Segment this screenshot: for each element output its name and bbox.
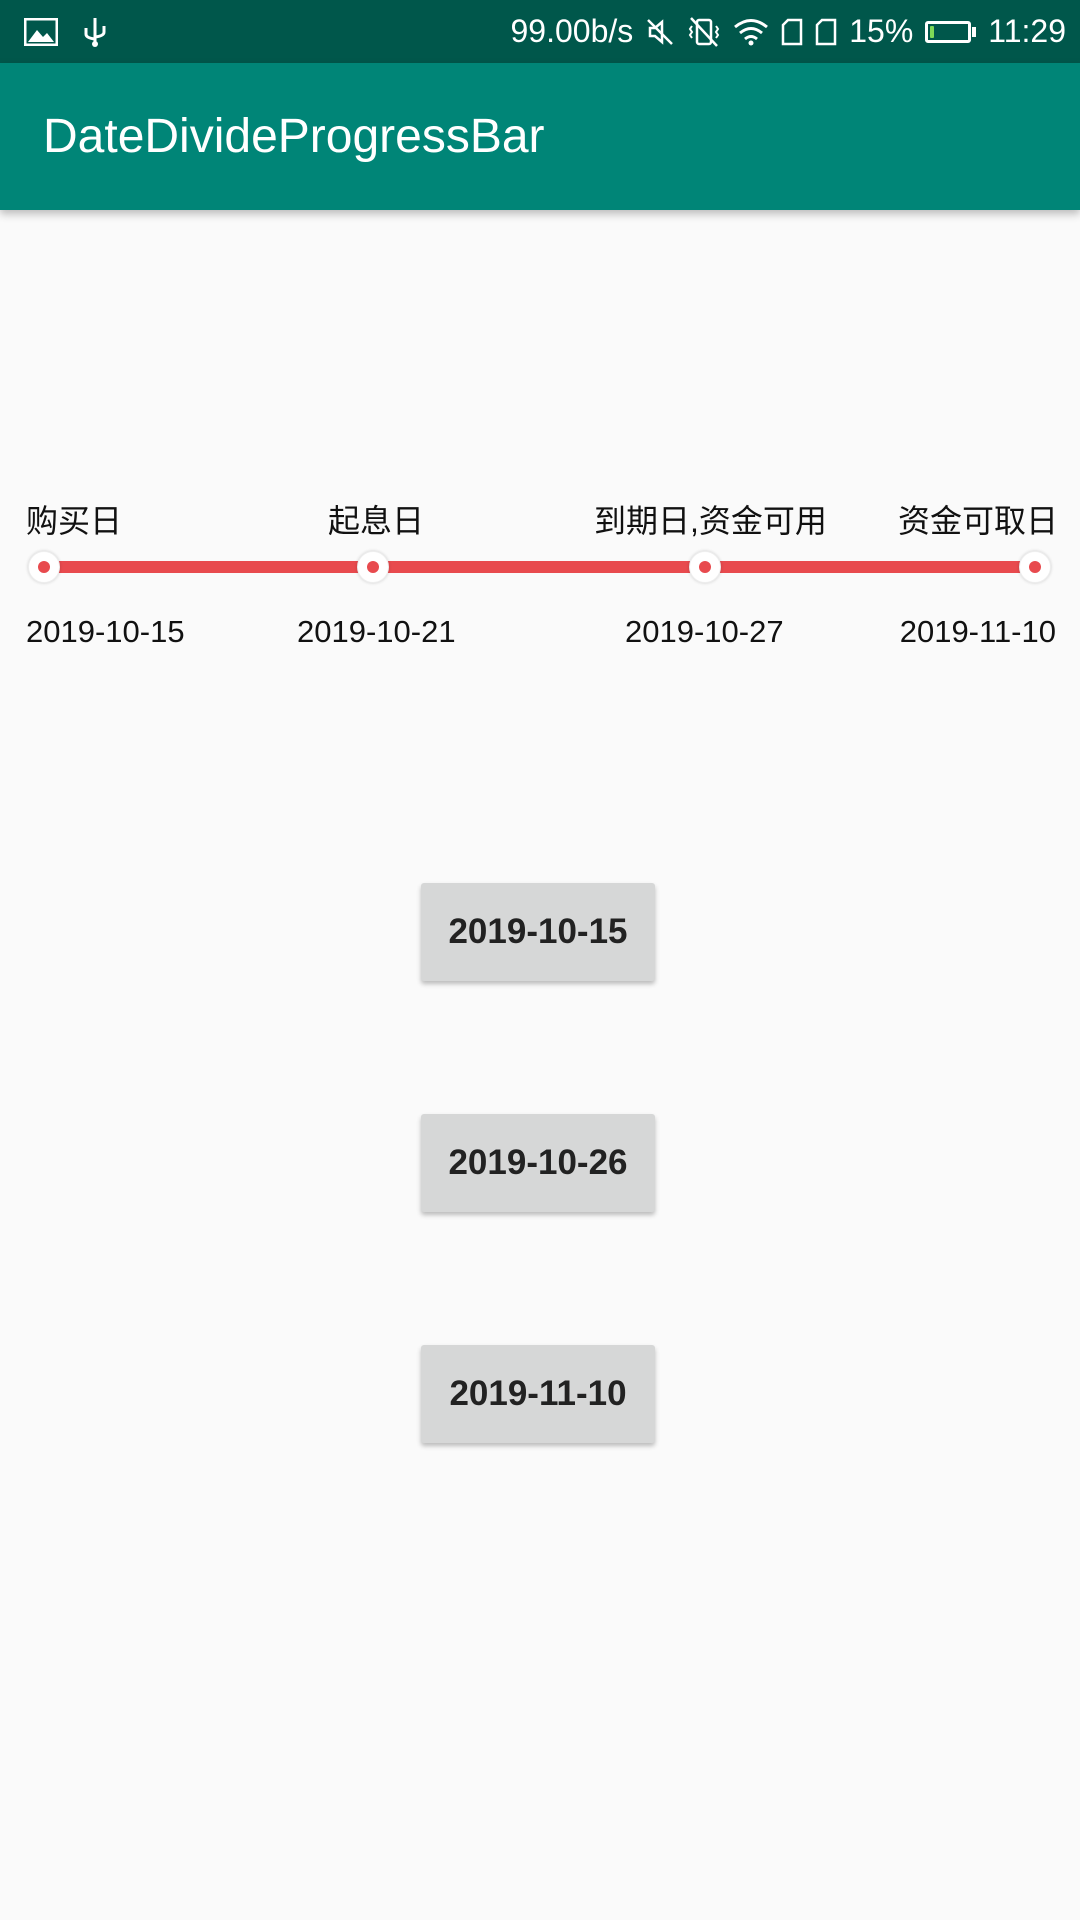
step-date-withdrawable: 2019-11-10 <box>899 614 1056 649</box>
date-button-1[interactable]: 2019-10-15 <box>421 883 655 981</box>
step-node <box>357 551 389 583</box>
network-speed: 99.00b/s <box>510 13 634 49</box>
step-date-value-date: 2019-10-21 <box>297 614 456 649</box>
step-node <box>689 551 721 583</box>
app-bar: DateDivideProgressBar <box>0 63 1080 210</box>
clock: 11:29 <box>988 13 1066 49</box>
date-button-2[interactable]: 2019-10-26 <box>421 1114 655 1212</box>
mute-icon <box>645 17 675 47</box>
usb-icon <box>82 16 108 48</box>
step-date-purchase: 2019-10-15 <box>26 614 185 649</box>
progress-track <box>44 561 1036 573</box>
sim2-icon <box>815 18 837 46</box>
status-bar-left <box>24 0 108 63</box>
date-button-3[interactable]: 2019-11-10 <box>421 1345 655 1443</box>
step-label-purchase: 购买日 <box>26 503 123 539</box>
step-label-withdrawable: 资金可取日 <box>897 503 1058 539</box>
step-node <box>28 551 60 583</box>
step-label-value-date: 起息日 <box>328 503 425 539</box>
vibrate-off-icon <box>687 16 721 48</box>
battery-level-fill <box>930 25 935 38</box>
status-bar-right: 99.00b/s 15% 11:29 <box>510 0 1066 63</box>
date-divide-progress-bar: 购买日 起息日 到期日,资金可用 资金可取日 2019-10-15 2019-1… <box>0 470 1080 660</box>
battery-percent: 15% <box>849 13 914 49</box>
status-bar: 99.00b/s 15% 11:29 <box>0 0 1080 63</box>
image-icon <box>24 17 58 46</box>
step-label-maturity: 到期日,资金可用 <box>594 503 827 539</box>
wifi-icon <box>733 18 769 46</box>
step-node <box>1019 551 1051 583</box>
battery-icon <box>925 20 977 43</box>
sim1-icon <box>781 18 803 46</box>
app-title: DateDivideProgressBar <box>43 110 545 163</box>
step-date-maturity: 2019-10-27 <box>625 614 784 649</box>
